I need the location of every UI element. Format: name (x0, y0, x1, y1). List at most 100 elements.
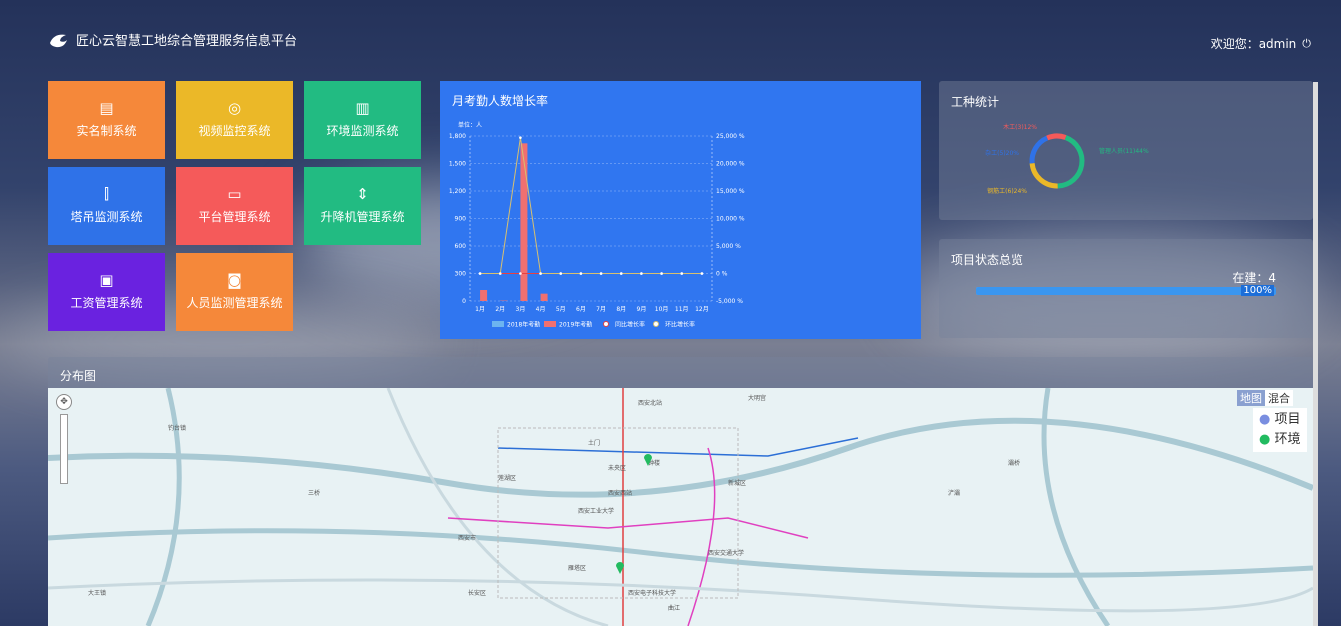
tile-face-scan[interactable]: ◙ 人员监测管理系统 (176, 253, 293, 331)
tile-id-card[interactable]: ▤ 实名制系统 (48, 81, 165, 159)
map-header: 分布图 (48, 357, 1313, 388)
crane-icon: ⫿ (104, 185, 109, 203)
legend-item-environment[interactable]: ● 环境 (1259, 430, 1301, 450)
legend-label: 环比增长率 (665, 321, 695, 329)
tile-label: 环境监测系统 (326, 124, 399, 138)
welcome-text: 欢迎您：admin (1210, 37, 1297, 51)
id-card-icon: ▤ (99, 99, 114, 117)
tile-label: 升降机管理系统 (320, 210, 405, 224)
map-marker-icon[interactable] (644, 454, 652, 466)
y-tick-label: 1,500 (449, 161, 466, 168)
donut-slice[interactable] (1057, 135, 1085, 189)
x-tick-label: 8月 (616, 306, 626, 313)
y2-tick-label: 0 % (716, 271, 728, 278)
y2-tick-label: 10,000 % (716, 216, 745, 223)
donut-label: 木工(3)12% (1003, 123, 1037, 131)
map-marker-icon[interactable] (616, 562, 624, 574)
x-tick-label: 10月 (655, 306, 669, 313)
x-tick-label: 2月 (495, 306, 505, 313)
status-progress-bar: 100% (976, 285, 1276, 296)
legend-swatch (653, 321, 659, 327)
map-pan-control[interactable]: ✥ (56, 394, 72, 410)
status-percent: 100% (1241, 285, 1274, 296)
x-tick-label: 4月 (536, 306, 546, 313)
elevator-icon: ⇕ (356, 185, 369, 203)
tile-elevator[interactable]: ⇕ 升降机管理系统 (304, 167, 421, 245)
map-place-label: 莲湖区 (498, 475, 517, 482)
legend-label: 2018年考勤 (507, 321, 540, 329)
map-place-label: 西安电子科技大学 (628, 590, 677, 597)
y-tick-label: 1,200 (449, 188, 466, 195)
donut-slice[interactable] (1029, 162, 1058, 189)
legend-label: 2019年考勤 (559, 321, 592, 329)
point-环比增长率 (559, 272, 563, 275)
status-progress-fill: 100% (976, 285, 1276, 296)
tile-salary[interactable]: ▣ 工资管理系统 (48, 253, 165, 331)
map-zoom-slider[interactable] (60, 414, 68, 484)
point-环比增长率 (680, 272, 684, 275)
point-环比增长率 (498, 272, 502, 275)
point-环比增长率 (619, 272, 623, 275)
map-place-label: 长安区 (468, 590, 487, 597)
y2-tick-label: 15,000 % (716, 188, 745, 195)
point-环比增长率 (539, 272, 542, 275)
x-tick-label: 11月 (675, 306, 689, 313)
legend-item-project[interactable]: ● 项目 (1259, 410, 1301, 430)
x-tick-label: 9月 (637, 306, 647, 313)
tile-bar-chart[interactable]: ▥ 环境监测系统 (304, 81, 421, 159)
point-环比增长率 (660, 272, 663, 275)
map-place-label: 西安北站 (638, 400, 663, 407)
page-scrollbar[interactable] (1313, 82, 1318, 626)
bar-2019年考勤 (480, 290, 488, 301)
tile-label: 人员监测管理系统 (186, 296, 283, 310)
tile-monitor[interactable]: ▭ 平台管理系统 (176, 167, 293, 245)
donut-slice[interactable] (1029, 135, 1049, 164)
donut-slice[interactable] (1046, 133, 1067, 141)
point-环比增长率 (599, 272, 603, 275)
map-place-label: 三桥 (308, 490, 321, 497)
legend-label: 同比增长率 (615, 321, 645, 329)
map-place-label: 曲江 (668, 605, 681, 612)
distribution-map[interactable]: 土门 西安西站 西安工业大学 西安北站 大明宫 钟楼 西安交通大学 曲江 浐灞 西安电子科技大学未… (48, 388, 1313, 626)
point-环比增长率 (579, 272, 583, 275)
tile-label: 实名制系统 (76, 124, 137, 138)
attendance-chart-panel: 月考勤人数增长率 单位：人 0 -5,000 % 300 0 % 600 5,000 % 90… (440, 81, 921, 339)
map-place-label: 西安交通大学 (708, 550, 745, 557)
x-tick-label: 3月 (516, 306, 526, 313)
map-place-label: 西安工业大学 (578, 508, 615, 515)
map-type-map-button[interactable]: 地图 (1237, 390, 1265, 406)
map-roads (48, 388, 1313, 626)
map-place-label: 浐灞 (948, 490, 961, 497)
legend-swatch (544, 321, 556, 327)
unit-label: 单位：人 (458, 121, 482, 129)
map-place-label: 未央区 (608, 465, 627, 472)
map-place-label: 大明宫 (748, 395, 767, 402)
app-title: 匠心云智慧工地综合管理服务信息平台 (76, 34, 298, 49)
donut-label: 杂工(5)20% (985, 150, 1019, 157)
legend-swatch (492, 321, 504, 327)
donut-label: 钢筋工(6)24% (987, 187, 1027, 195)
map-place-label: 雁塔区 (568, 565, 587, 572)
bar-2019年考勤 (520, 143, 528, 301)
map-place-label: 钓台镇 (168, 425, 187, 432)
monitor-icon: ▭ (227, 185, 242, 203)
power-icon[interactable]: ⏻ (1302, 37, 1311, 51)
x-tick-label: 1月 (475, 306, 485, 313)
y2-tick-label: 25,000 % (716, 133, 745, 140)
map-legend: ● 项目 ● 环境 (1253, 408, 1307, 452)
y-tick-label: 600 (455, 243, 467, 250)
y-tick-label: 900 (455, 216, 467, 223)
x-tick-label: 12月 (695, 306, 709, 313)
legend-swatch (603, 321, 609, 327)
map-place-label: 西安西站 (608, 490, 633, 497)
bar-chart-icon: ▥ (355, 99, 370, 117)
map-type-hybrid-button[interactable]: 混合 (1265, 390, 1293, 406)
tile-camera[interactable]: ◎ 视频监控系统 (176, 81, 293, 159)
face-scan-icon: ◙ (227, 271, 242, 289)
salary-icon: ▣ (99, 271, 114, 289)
tile-label: 塔吊监测系统 (70, 210, 143, 224)
status-title: 项目状态总览 (951, 253, 1024, 267)
tile-crane[interactable]: ⫿ 塔吊监测系统 (48, 167, 165, 245)
map-place-label: 大王镇 (88, 590, 107, 597)
logo-icon (50, 34, 67, 47)
